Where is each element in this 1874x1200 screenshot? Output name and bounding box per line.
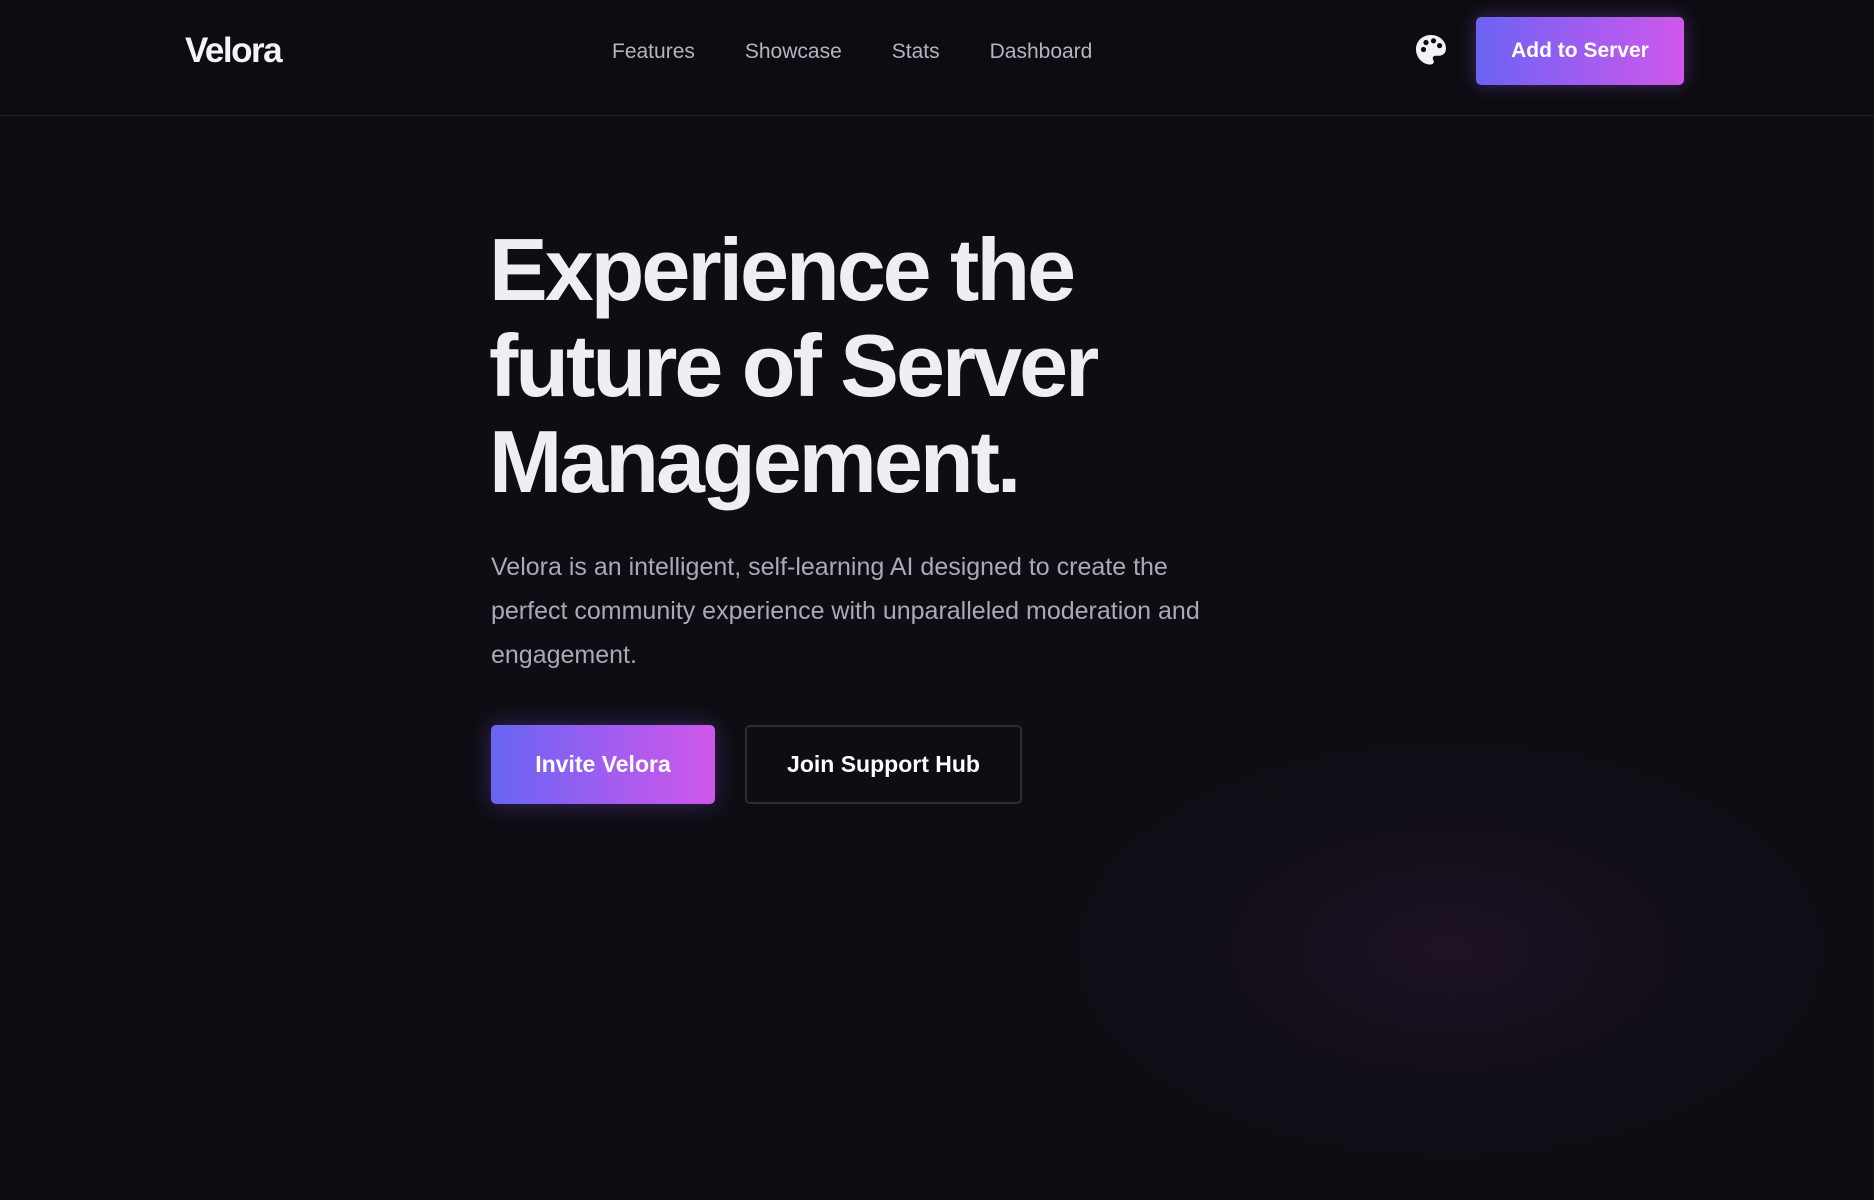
nav-link-showcase[interactable]: Showcase (745, 36, 842, 68)
hero-title-line-3: Management. (489, 412, 1021, 511)
brand-logo[interactable]: Velora (185, 28, 283, 74)
palette-icon[interactable] (1414, 33, 1448, 67)
invite-velora-button[interactable]: Invite Velora (491, 725, 715, 804)
join-support-hub-button[interactable]: Join Support Hub (745, 725, 1022, 804)
add-to-server-button[interactable]: Add to Server (1476, 17, 1684, 85)
nav-link-stats[interactable]: Stats (892, 36, 940, 68)
hero-title-line-1: Experience the (489, 220, 1076, 319)
main-nav: Features Showcase Stats Dashboard (612, 36, 1142, 68)
top-navbar: Velora Features Showcase Stats Dashboard… (0, 0, 1874, 116)
hero-title-line-2: future of Server (489, 316, 1099, 415)
hero-description: Velora is an intelligent, self-learning … (491, 553, 1200, 669)
hero-title: Experience the future of Server Manageme… (489, 222, 1249, 510)
background-glow (1000, 700, 1874, 1200)
nav-link-dashboard[interactable]: Dashboard (990, 36, 1093, 68)
nav-link-features[interactable]: Features (612, 36, 695, 68)
